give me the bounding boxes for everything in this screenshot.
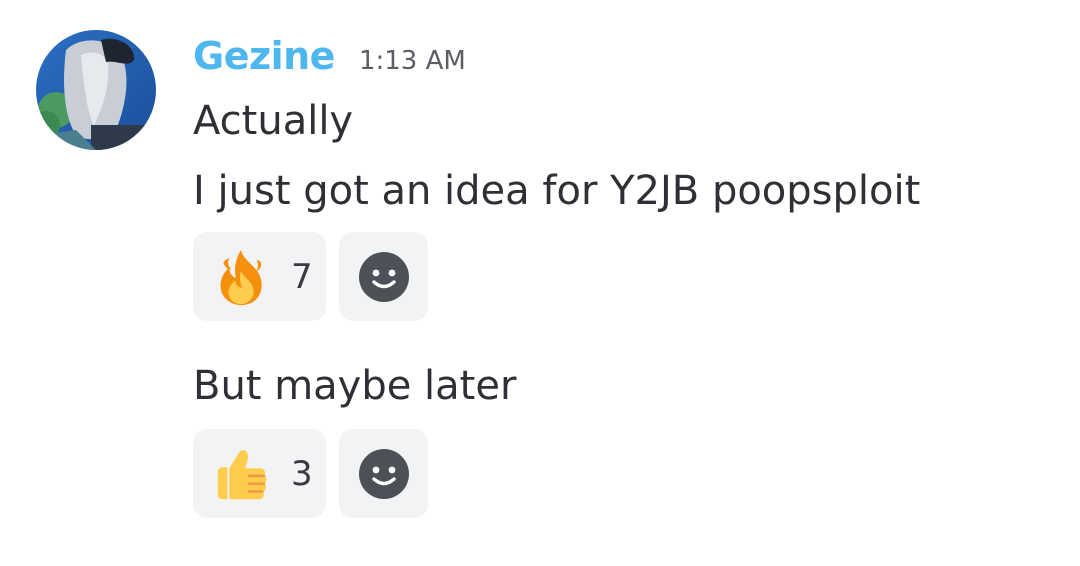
reaction-fire[interactable]: 7 bbox=[193, 232, 326, 321]
thumbs-up-icon bbox=[209, 442, 273, 506]
add-reaction-button[interactable] bbox=[339, 232, 428, 321]
username[interactable]: Gezine bbox=[193, 34, 335, 78]
avatar[interactable] bbox=[36, 30, 156, 150]
avatar-image bbox=[36, 30, 156, 150]
message-content: Gezine 1:13 AM Actually I just got an id… bbox=[193, 34, 1060, 518]
fire-icon bbox=[209, 245, 273, 309]
message-header: Gezine 1:13 AM bbox=[193, 34, 1060, 90]
smiley-icon bbox=[358, 251, 409, 302]
reaction-thumbs-up[interactable]: 3 bbox=[193, 429, 326, 518]
message-line: Actually bbox=[193, 98, 354, 144]
reaction-count: 7 bbox=[291, 256, 313, 297]
message-line: I just got an idea for Y2JB poopsploit bbox=[193, 168, 921, 214]
add-reaction-button[interactable] bbox=[339, 429, 428, 518]
reaction-count: 3 bbox=[291, 453, 313, 494]
smiley-icon bbox=[358, 448, 409, 499]
timestamp[interactable]: 1:13 AM bbox=[359, 46, 466, 76]
message-group: Gezine 1:13 AM Actually I just got an id… bbox=[0, 0, 1080, 566]
reactions-bar: 3 bbox=[193, 429, 1060, 518]
message-line: But maybe later bbox=[193, 363, 517, 409]
reactions-bar: 7 bbox=[193, 232, 1060, 321]
